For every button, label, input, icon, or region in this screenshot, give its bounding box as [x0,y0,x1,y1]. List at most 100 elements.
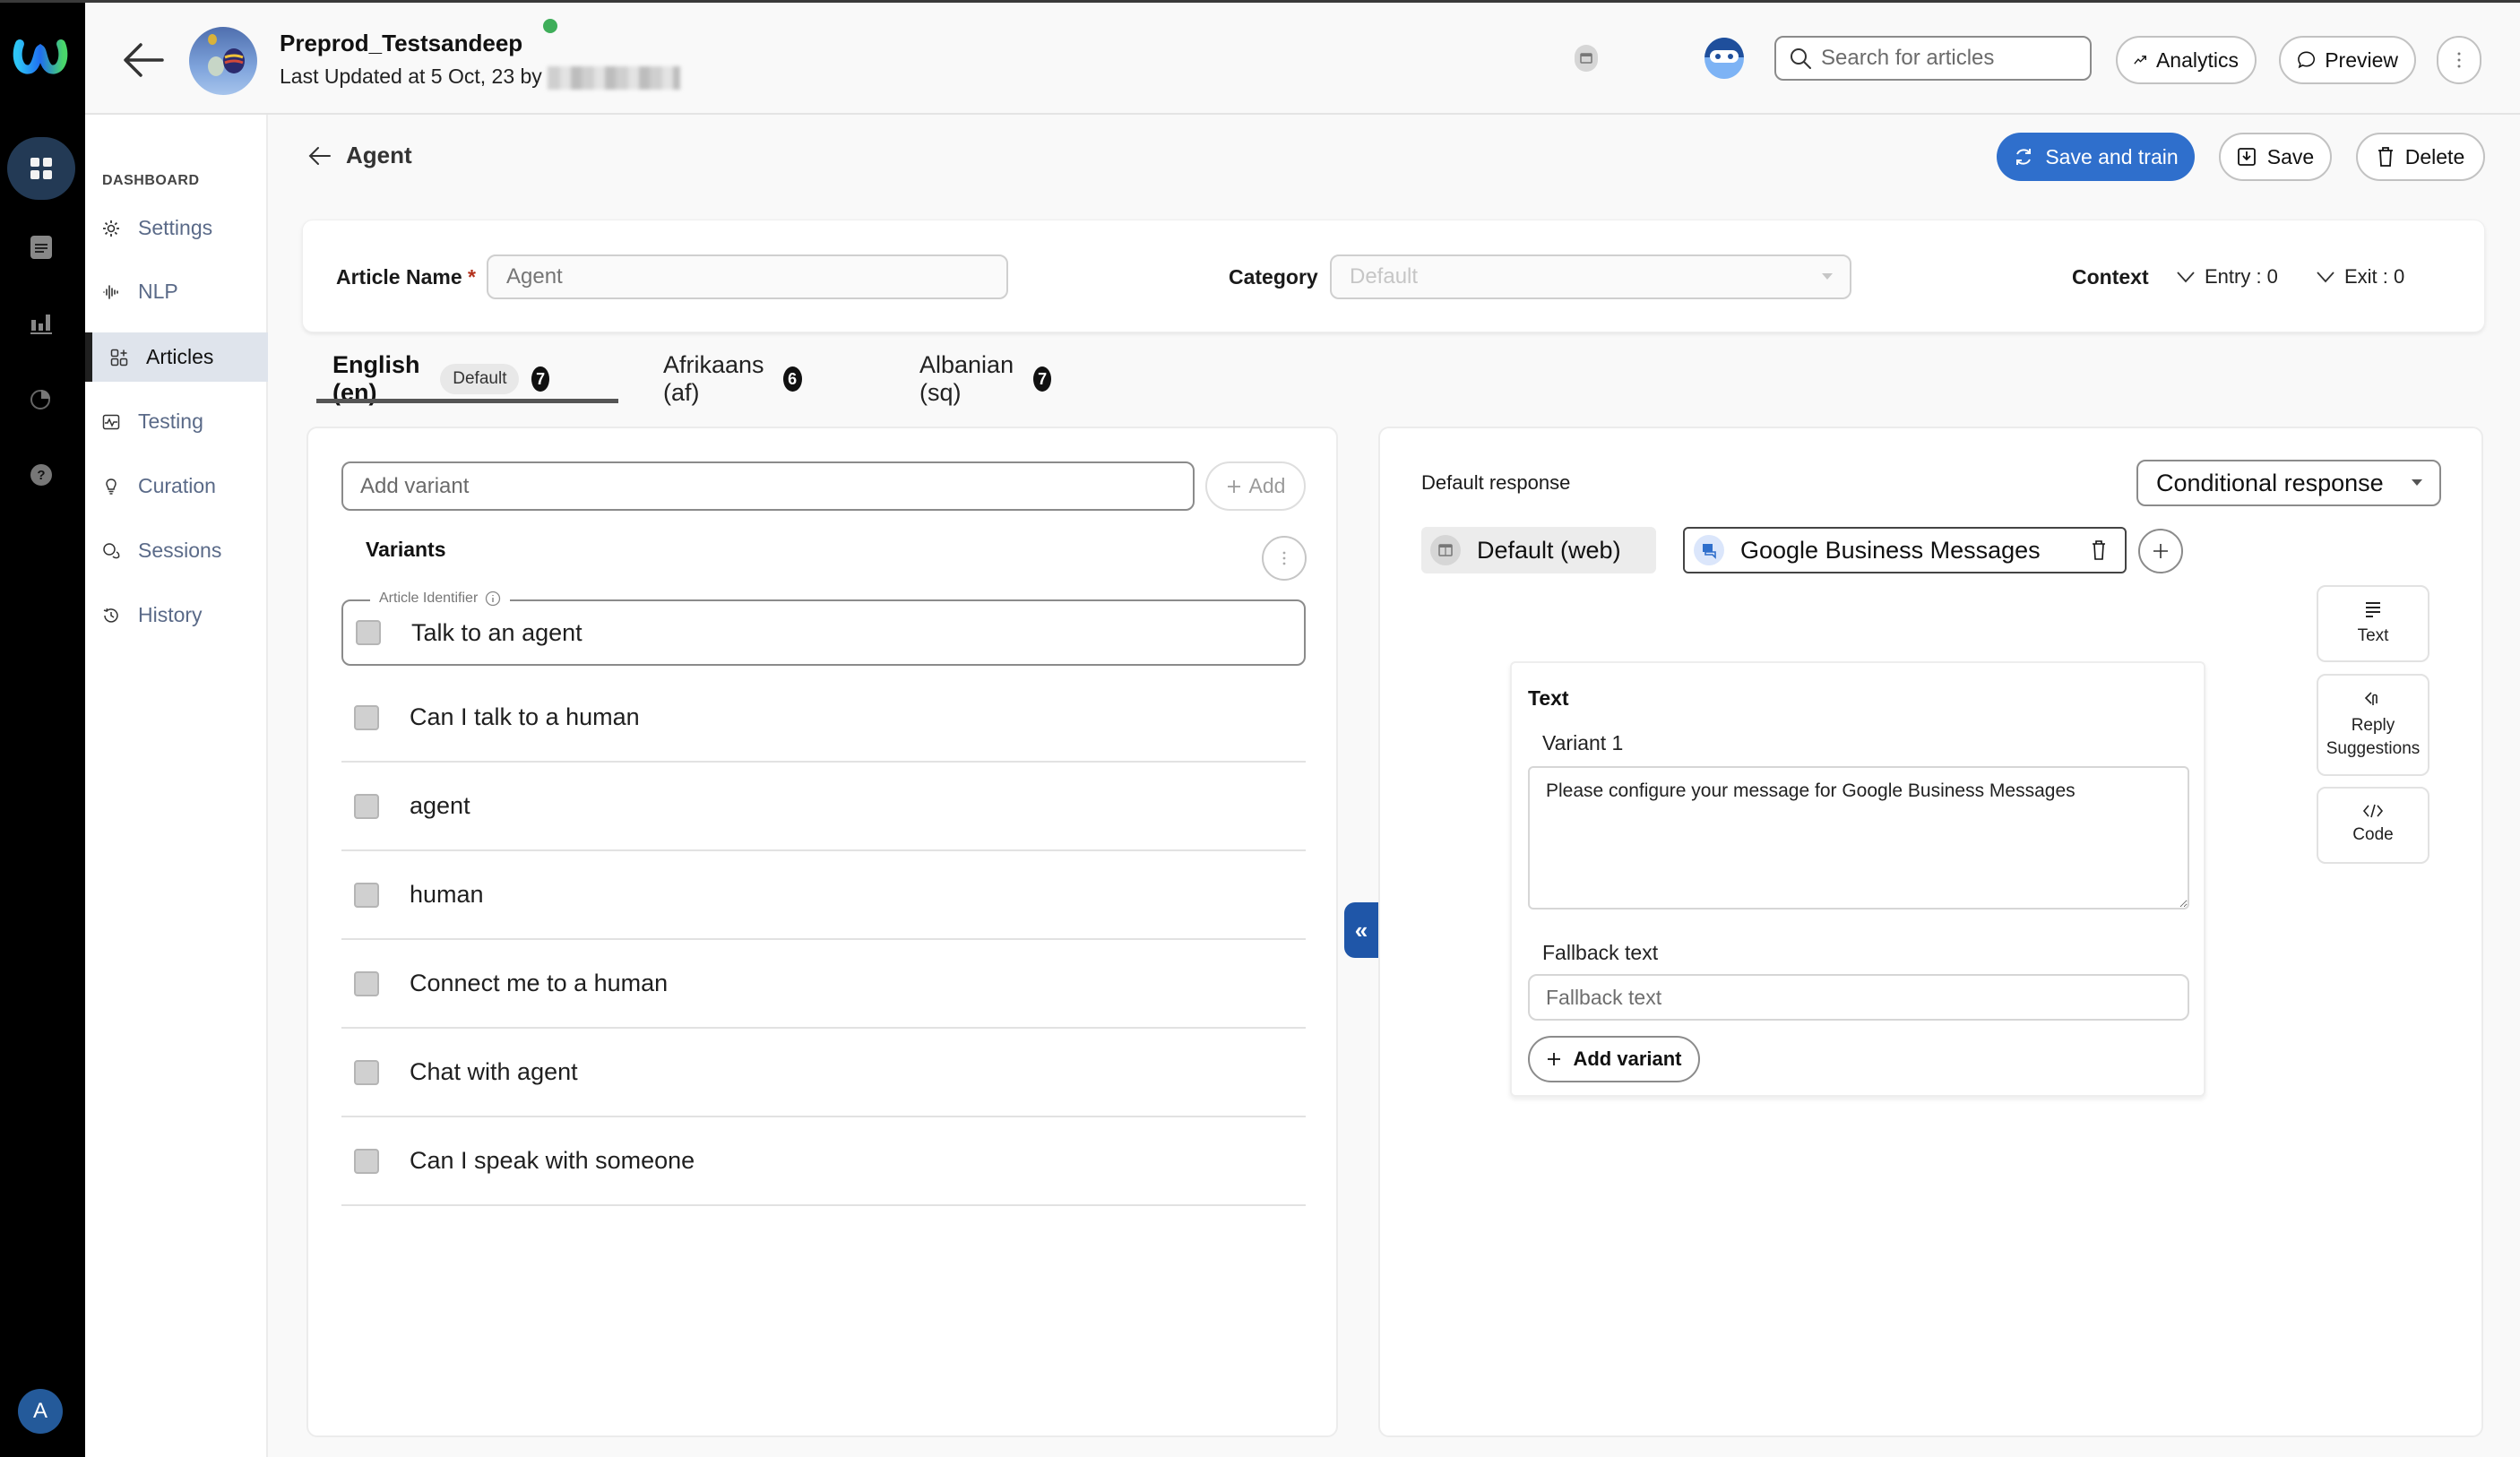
lightbulb-icon [106,478,117,495]
rail-documents-button[interactable] [7,216,75,279]
add-code-tool-button[interactable]: Code [2317,787,2429,864]
tab-count-badge: 6 [782,366,802,392]
caret-down-icon [1822,273,1833,280]
history-icon [103,608,118,623]
variant-checkbox[interactable] [354,970,379,996]
variant-checkbox[interactable] [354,882,379,908]
plus-icon [1227,479,1240,493]
user-avatar[interactable]: A [18,1389,63,1434]
sidebar-item-testing[interactable]: Testing [85,397,268,446]
article-identifier-box: Article Identifier Talk to an agent [341,591,1306,666]
variant-checkbox[interactable] [356,620,381,645]
article-back-link[interactable]: Agent [306,142,412,169]
variant-checkbox[interactable] [354,1148,379,1174]
context-entry-toggle[interactable]: Entry : 0 [2176,265,2278,289]
sidebar-item-articles[interactable]: Articles [85,332,268,382]
trash-icon[interactable] [2091,539,2107,561]
search-box[interactable] [1774,36,2092,81]
fallback-text-input[interactable] [1528,974,2189,1021]
search-input[interactable] [1821,46,2072,71]
sidebar-item-label: Sessions [138,539,222,562]
preview-label: Preview [2325,47,2398,72]
back-button[interactable] [117,33,171,87]
delete-button[interactable]: Delete [2356,133,2485,181]
sidebar-item-history[interactable]: History [85,591,268,640]
channel-tab-google-business-messages[interactable]: Google Business Messages [1683,527,2127,573]
add-variant-label: Add variant [1573,1047,1682,1070]
channel-tab-default-web[interactable]: Default (web) [1421,527,1656,573]
waveform-icon [103,284,118,299]
variant-1-textarea[interactable]: Please configure your message for Google… [1528,766,2189,910]
rail-help-button[interactable]: ? [7,444,75,506]
add-response-variant-button[interactable]: Add variant [1528,1036,1700,1082]
variant-text: agent [410,792,470,819]
required-mark: * [468,265,476,289]
add-variant-input[interactable] [341,461,1195,511]
save-label: Save [2266,144,2315,168]
tool-label: Text [2357,626,2389,646]
category-label: Category [1229,265,1318,289]
tool-label: Reply Suggestions [2326,716,2421,758]
search-icon [1791,48,1811,69]
article-name-label: Article Name * [336,265,476,289]
add-variant-button[interactable]: Add [1205,461,1306,511]
web-channel-icon [1430,535,1461,565]
add-channel-button[interactable] [2138,529,2183,573]
sidebar-item-label: Testing [138,410,203,433]
tool-label: Code [2352,825,2394,845]
analytics-button[interactable]: Analytics [2116,36,2257,84]
response-type-select[interactable]: Conditional response [2136,460,2441,506]
gbm-channel-icon [1694,535,1724,565]
context-exit-toggle[interactable]: Exit : 0 [2316,265,2404,289]
preview-button[interactable]: Preview [2279,36,2416,84]
variant-row: Connect me to a human [341,940,1306,1029]
add-text-tool-button[interactable]: Text [2317,585,2429,662]
tap-icon [2364,692,2378,706]
tab-english[interactable]: English (en) Default 7 [332,351,549,406]
rail-analytics-button[interactable] [7,291,75,354]
add-reply-suggestions-tool-button[interactable]: Reply Suggestions [2317,674,2429,776]
rail-dashboard-button[interactable] [7,137,75,200]
variant-checkbox[interactable] [354,1059,379,1085]
default-response-label: Default response [1421,471,1571,494]
article-name-label-text: Article Name [336,265,462,289]
variant-text: Chat with agent [410,1058,578,1085]
trash-icon [2378,147,2393,167]
category-select[interactable]: Default [1330,254,1851,299]
sidebar-item-settings[interactable]: Settings [85,203,268,253]
variant-1-label: Variant 1 [1542,731,1624,754]
variant-row: Can I talk to a human [341,674,1306,763]
sidebar-item-nlp[interactable]: NLP [85,267,268,316]
save-and-train-button[interactable]: Save and train [1997,133,2195,181]
pie-chart-icon [30,390,50,410]
window-icon [1580,53,1592,64]
rail-reports-button[interactable] [7,367,75,430]
variant-checkbox[interactable] [354,793,379,819]
tab-afrikaans[interactable]: Afrikaans (af) 6 [663,351,802,406]
arrow-left-icon [308,146,331,165]
tab-albanian[interactable]: Albanian (sq) 7 [919,351,1052,406]
bar-chart-icon [30,315,52,334]
variant-checkbox[interactable] [354,704,379,730]
save-button[interactable]: Save [2219,133,2332,181]
last-updated-label: Last Updated at 5 Oct, 23 by [280,65,542,88]
caret-down-icon [2412,479,2422,486]
sidebar-item-label: Settings [138,216,213,239]
sidebar-item-curation[interactable]: Curation [85,461,268,511]
webex-logo-icon [13,31,68,78]
more-options-button[interactable] [2437,36,2481,84]
testing-icon [102,414,120,429]
bot-robot-icon[interactable] [1704,38,1744,79]
text-response-card: Text Variant 1 Please configure your mes… [1510,661,2205,1097]
save-icon [2237,148,2256,166]
variants-more-button[interactable] [1262,536,1307,581]
article-name-input[interactable] [487,254,1008,299]
text-card-title: Text [1528,686,1569,710]
collapse-panel-toggle[interactable]: « [1344,902,1378,958]
sidebar-item-sessions[interactable]: Sessions [85,526,268,575]
redacted-user-name [547,65,680,90]
widget-toggle-button[interactable] [1575,45,1598,72]
last-updated-text: Last Updated at 5 Oct, 23 by [280,65,680,90]
response-panel: Default response Conditional response De… [1378,427,2483,1437]
gear-icon [103,220,119,237]
